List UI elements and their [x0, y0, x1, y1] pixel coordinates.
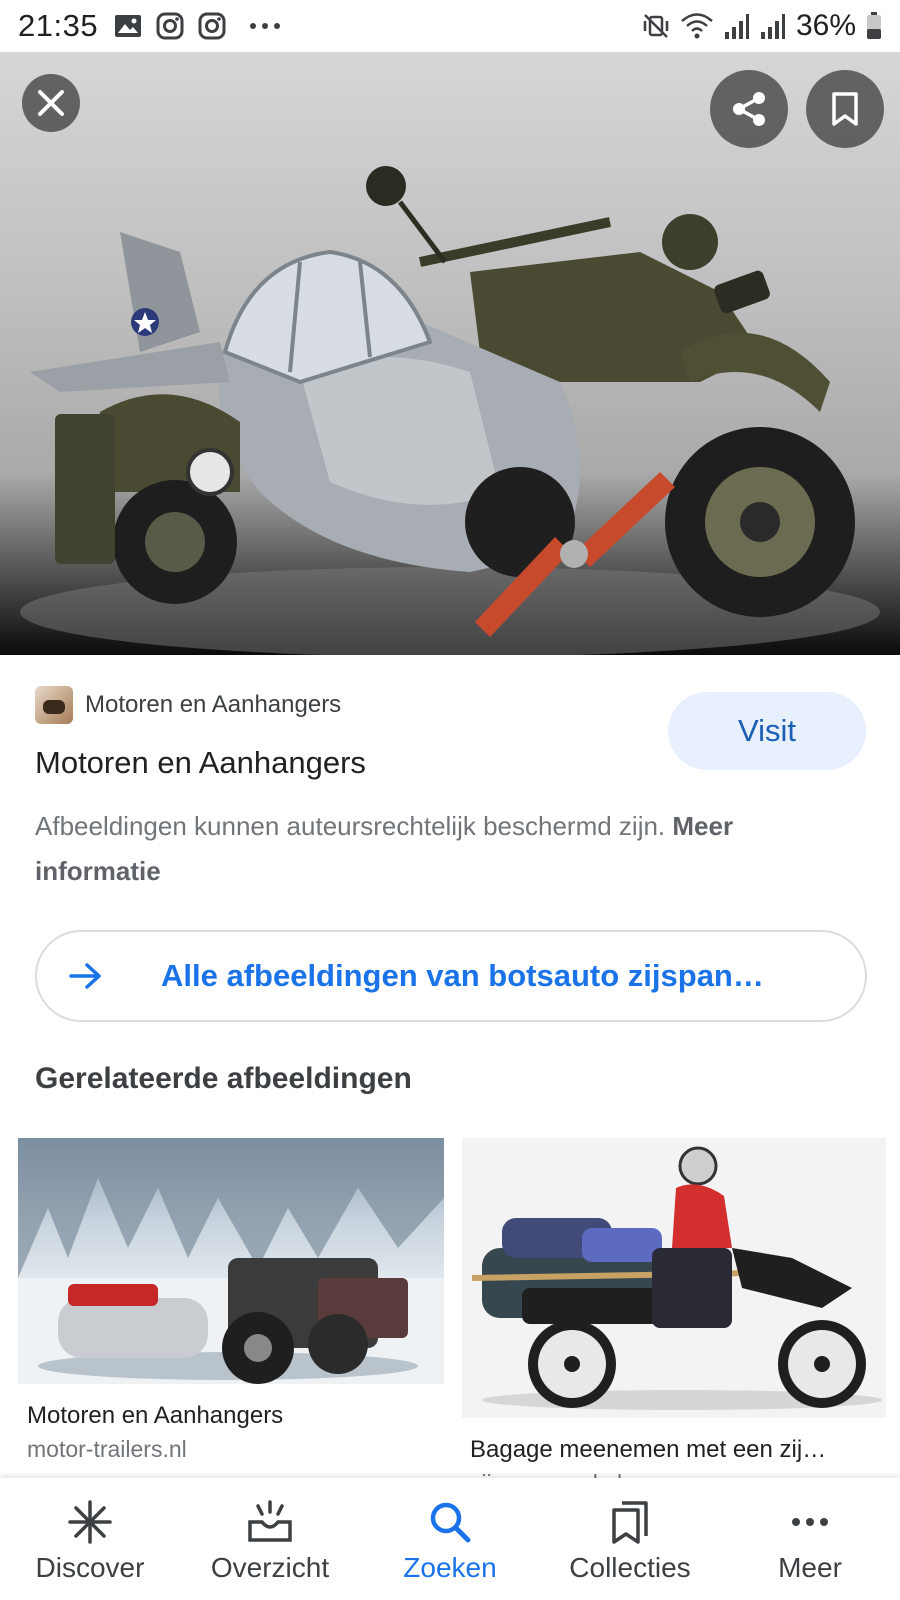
- wifi-icon: [680, 12, 714, 40]
- status-time: 21:35: [18, 8, 99, 43]
- related-title: Bagage meenemen met een zij…: [470, 1436, 827, 1463]
- related-card[interactable]: Bagage meenemen met een zij… zijspanpane…: [462, 1138, 886, 1478]
- source-site-name[interactable]: Motoren en Aanhangers: [85, 691, 341, 719]
- instagram-icon: [198, 12, 226, 40]
- instagram-icon: [156, 12, 184, 40]
- related-image: [462, 1138, 886, 1418]
- nav-item-meer[interactable]: Meer: [720, 1478, 900, 1600]
- nav-item-zoeken[interactable]: Zoeken: [360, 1478, 540, 1600]
- nav-label: Meer: [778, 1552, 842, 1583]
- bookmark-icon: [832, 92, 858, 126]
- main-image[interactable]: [0, 52, 900, 655]
- bottom-navigation: Discover Overzicht Zoeken Collecties Mee…: [0, 1478, 900, 1600]
- copyright-notice: Afbeeldingen kunnen auteursrechtelijk be…: [35, 804, 835, 894]
- arrow-right-icon: [69, 962, 109, 990]
- source-row[interactable]: Motoren en Aanhangers: [35, 686, 341, 724]
- related-section-title: Gerelateerde afbeeldingen: [35, 1062, 412, 1095]
- collections-icon: [612, 1501, 648, 1544]
- all-images-label: Alle afbeeldingen van botsauto zijspan…: [161, 958, 764, 993]
- asterisk-icon: [68, 1500, 112, 1544]
- nav-label: Overzicht: [210, 1552, 330, 1583]
- all-images-button[interactable]: Alle afbeeldingen van botsauto zijspan…: [35, 930, 867, 1022]
- nav-item-discover[interactable]: Discover: [0, 1478, 180, 1600]
- related-domain: zijspanpanel.nl: [470, 1470, 622, 1478]
- share-button[interactable]: [710, 70, 788, 148]
- related-domain: motor-trailers.nl: [27, 1436, 187, 1462]
- battery-icon: [866, 12, 882, 40]
- gallery-icon: [114, 14, 142, 38]
- status-bar: 21:35 36%: [0, 0, 900, 52]
- close-button[interactable]: [22, 74, 80, 132]
- signal-icon: [724, 12, 750, 40]
- nav-item-overzicht[interactable]: Overzicht: [180, 1478, 360, 1600]
- page-title[interactable]: Motoren en Aanhangers: [35, 745, 366, 781]
- share-icon: [733, 92, 765, 126]
- related-card[interactable]: Motoren en Aanhangers motor-trailers.nl: [18, 1138, 444, 1478]
- more-dots-icon: [248, 21, 282, 31]
- mute-vibrate-icon: [642, 12, 670, 40]
- site-favicon: [35, 686, 73, 724]
- visit-button[interactable]: Visit: [668, 692, 866, 770]
- status-left-icons: [114, 12, 282, 40]
- battery-percentage: 36%: [795, 9, 856, 42]
- nav-label: Collecties: [569, 1552, 691, 1583]
- signal-icon: [760, 12, 786, 40]
- search-icon: [430, 1502, 471, 1543]
- nav-label: Zoeken: [403, 1552, 497, 1583]
- save-button[interactable]: [806, 70, 884, 148]
- more-dots-icon: [792, 1518, 828, 1526]
- close-icon: [38, 90, 64, 116]
- copyright-text: Afbeeldingen kunnen auteursrechtelijk be…: [35, 811, 673, 841]
- related-title: Motoren en Aanhangers: [27, 1402, 284, 1429]
- related-image: [18, 1138, 444, 1384]
- nav-item-collecties[interactable]: Collecties: [540, 1478, 720, 1600]
- inbox-tray-icon: [248, 1500, 292, 1542]
- status-right: 36%: [642, 9, 882, 43]
- nav-label: Discover: [35, 1552, 145, 1583]
